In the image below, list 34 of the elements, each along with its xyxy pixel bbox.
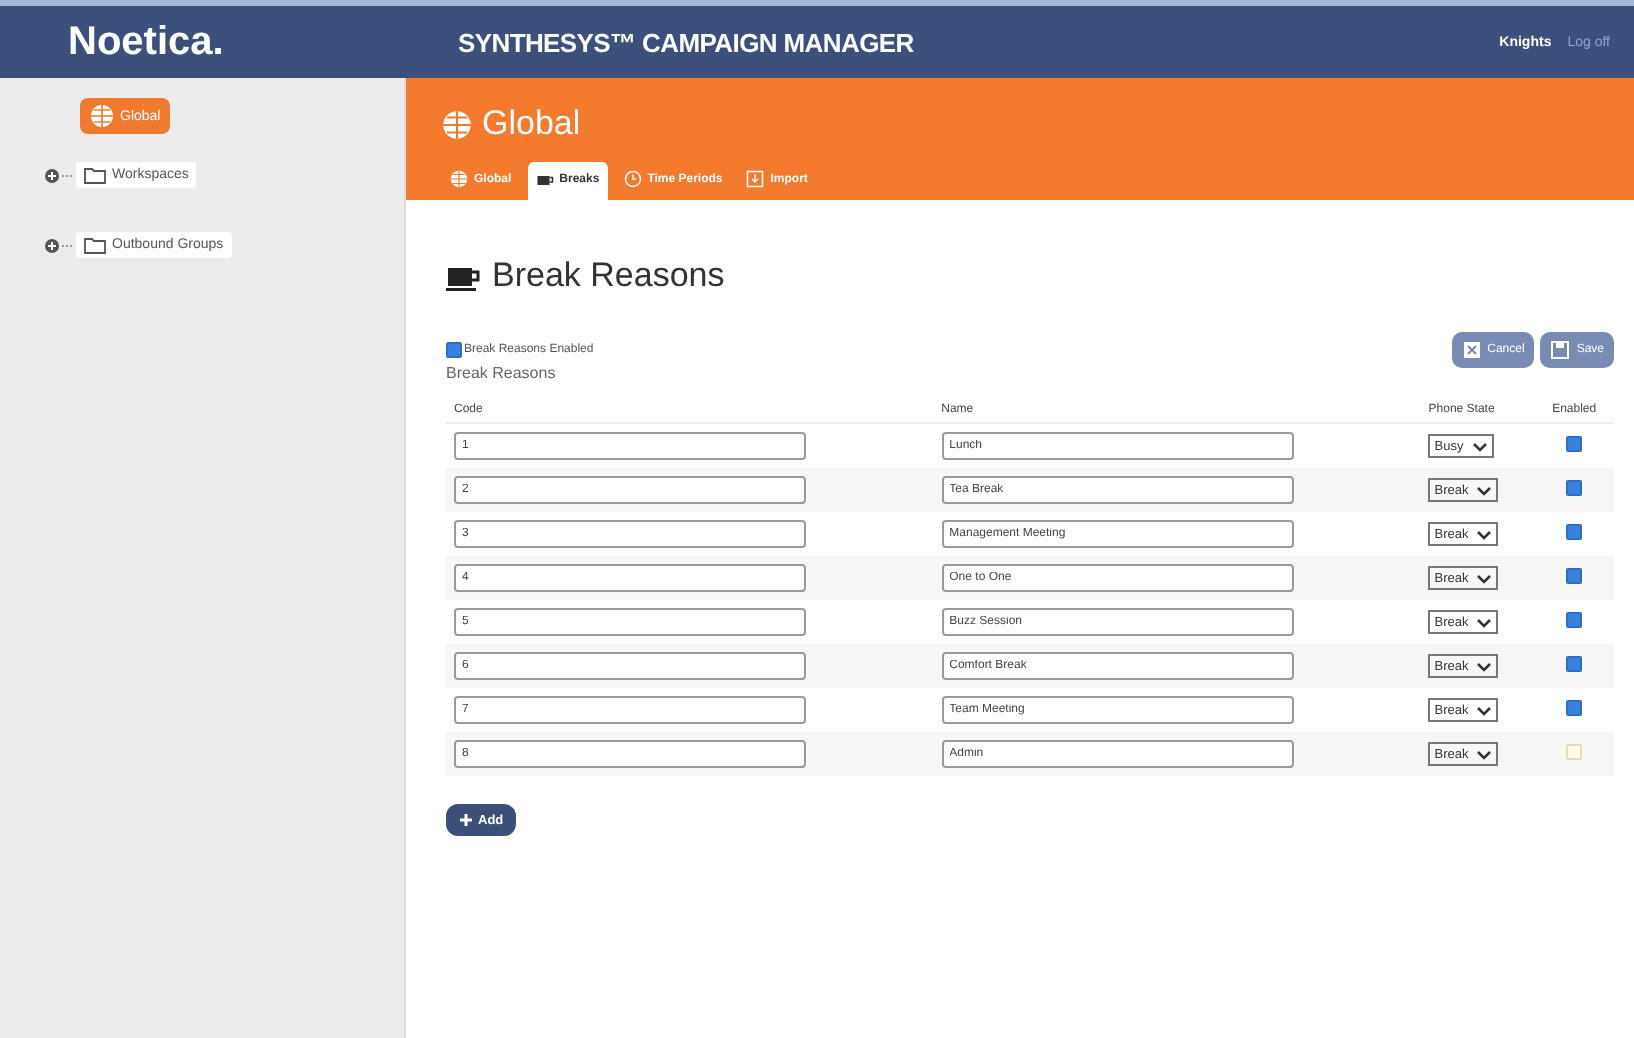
plus-icon [458, 812, 474, 828]
section-label: Break Reasons [446, 364, 558, 382]
checkbox[interactable] [1566, 524, 1583, 540]
import-icon [746, 170, 765, 188]
app-title: SYNTHESYS™ CAMPAIGN MANAGER [456, 27, 914, 57]
logo: Noetica. [66, 19, 226, 65]
chevron-down-icon [1471, 439, 1488, 453]
chevron-down-icon [1476, 571, 1493, 585]
checkbox[interactable] [1566, 656, 1583, 672]
save-icon [1550, 340, 1571, 360]
page-title: Global [482, 104, 581, 144]
chevron-down-icon [1476, 527, 1493, 541]
checkbox[interactable] [1566, 480, 1583, 496]
globe-icon [450, 170, 468, 188]
checkbox[interactable] [1566, 568, 1583, 584]
clock-icon [623, 170, 642, 188]
chevron-down-icon [1476, 615, 1493, 629]
expand-icon [44, 237, 60, 253]
cancel-icon [1461, 340, 1482, 360]
checkbox[interactable] [1566, 612, 1583, 628]
chevron-down-icon [1476, 483, 1493, 497]
checkbox[interactable] [1566, 700, 1583, 716]
folder-icon [84, 164, 106, 186]
folder-icon [84, 234, 106, 256]
chevron-down-icon [1476, 659, 1493, 673]
globe-icon [90, 104, 114, 128]
chevron-down-icon [1476, 747, 1493, 761]
cup-icon [535, 170, 554, 188]
expand-icon [44, 167, 60, 183]
globe-icon [442, 109, 472, 139]
checkbox[interactable] [1566, 436, 1583, 452]
section-heading: Break Reasons [492, 256, 725, 296]
chevron-down-icon [1476, 703, 1493, 717]
checkbox[interactable] [446, 342, 462, 358]
